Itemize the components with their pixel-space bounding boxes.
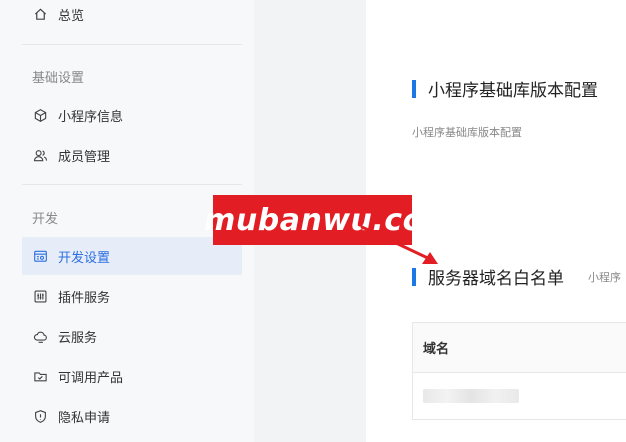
sidebar-item-products[interactable]: 可调用产品 — [22, 357, 242, 395]
sidebar-item-label: 云服务 — [58, 330, 98, 346]
users-icon — [32, 147, 48, 163]
sidebar-item-label: 插件服务 — [58, 290, 111, 306]
table-header-row: 域名 — [413, 323, 626, 373]
section-title-dev: 开发 — [32, 212, 59, 227]
sidebar-item-cloud[interactable]: 云服务 — [22, 317, 242, 355]
sidebar-item-label: 成员管理 — [58, 149, 111, 165]
plugin-icon — [32, 288, 48, 304]
domain-whitelist-description: 小程序 — [588, 270, 621, 284]
sidebar-item-members[interactable]: 成员管理 — [22, 136, 242, 174]
domain-table: 域名 — [412, 322, 626, 420]
sidebar-item-dev-settings[interactable]: 开发设置 — [22, 237, 242, 275]
lib-version-heading: 小程序基础库版本配置 — [412, 76, 598, 101]
sidebar-item-label: 隐私申请 — [58, 410, 111, 426]
lib-version-description: 小程序基础库版本配置 — [412, 126, 522, 139]
sidebar-item-label: 总览 — [58, 8, 85, 24]
sidebar-item-overview[interactable]: 总览 — [22, 0, 242, 33]
cube-icon — [32, 107, 48, 123]
dev-settings-icon — [32, 248, 48, 264]
sidebar-divider — [22, 184, 242, 185]
sidebar-divider — [22, 44, 242, 45]
lib-version-title: 小程序基础库版本配置 — [428, 81, 598, 101]
sidebar-item-app-info[interactable]: 小程序信息 — [22, 96, 242, 134]
heading-accent-bar — [412, 267, 416, 286]
home-icon — [32, 6, 48, 22]
heading-accent-bar — [412, 79, 416, 98]
section-title-basic: 基础设置 — [32, 71, 85, 86]
sidebar-item-label: 可调用产品 — [58, 370, 124, 386]
product-icon — [32, 368, 48, 384]
table-header-domain: 域名 — [423, 342, 450, 357]
table-row — [413, 373, 626, 419]
annotation-arrow-icon — [360, 225, 438, 264]
sidebar-item-plugins[interactable]: 插件服务 — [22, 277, 242, 315]
cloud-icon — [32, 328, 48, 344]
shield-icon — [32, 408, 48, 424]
sidebar-item-privacy[interactable]: 隐私申请 — [22, 397, 242, 435]
sidebar-item-label: 小程序信息 — [58, 109, 124, 125]
sidebar-item-label: 开发设置 — [58, 250, 111, 266]
blurred-domain-cell — [423, 389, 519, 403]
